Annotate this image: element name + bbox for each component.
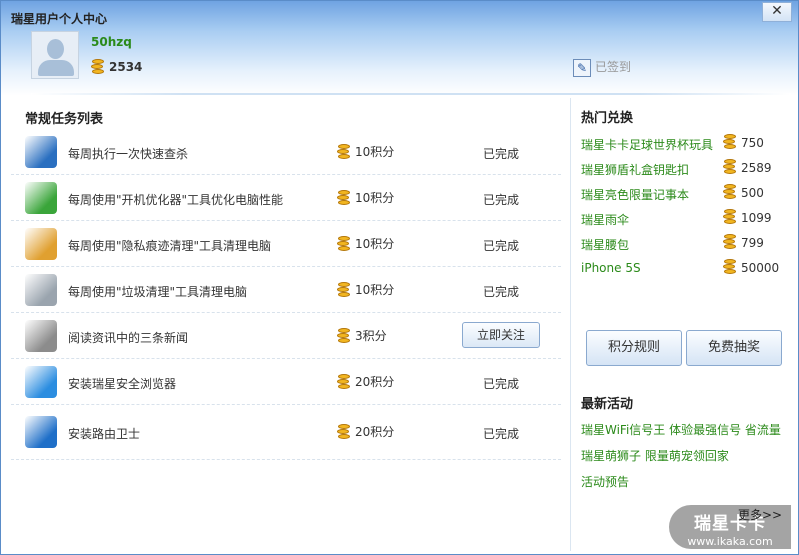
coin-icon <box>337 327 350 344</box>
task-name: 阅读资讯中的三条新闻 <box>68 331 189 345</box>
points-rules-button[interactable]: 积分规则 <box>586 330 682 366</box>
task-points: 10积分 <box>331 143 394 160</box>
activity-link[interactable]: 瑞星WiFi信号王 体验最强信号 省流量 <box>581 421 781 447</box>
coin-icon <box>91 59 104 75</box>
avatar[interactable] <box>31 31 79 79</box>
tasks-title: 常规任务列表 <box>25 112 104 127</box>
coin-icon <box>337 189 350 206</box>
close-button[interactable]: ✕ <box>762 2 792 22</box>
task-list: 每周执行一次快速查杀 10积分 已完成 每周使用"开机优化器"工具优化电脑性能 1… <box>11 129 561 460</box>
exchange-item-points: 1099 <box>741 211 772 225</box>
exchange-list: 瑞星卡卡足球世界杯玩具 750 瑞星狮盾礼盒钥匙扣 2589 瑞星亮色限量记事本 500 瑞… <box>581 134 791 284</box>
activity-link[interactable]: 瑞星萌狮子 限量萌宠领回家 <box>581 447 781 473</box>
task-points: 10积分 <box>331 189 394 206</box>
activities-list: 瑞星WiFi信号王 体验最强信号 省流量 瑞星萌狮子 限量萌宠领回家 活动预告 <box>581 421 781 499</box>
exchange-item-name[interactable]: 瑞星腰包 <box>581 236 629 253</box>
more-link[interactable]: 更多>> <box>738 506 782 523</box>
exchange-item-name[interactable]: iPhone 5S <box>581 261 641 275</box>
exchange-item[interactable]: 瑞星亮色限量记事本 500 <box>581 184 791 209</box>
task-icon <box>25 182 57 214</box>
task-points: 10积分 <box>331 281 394 298</box>
coin-icon <box>723 209 736 225</box>
window-title: 瑞星用户个人中心 <box>11 12 108 26</box>
exchange-item[interactable]: iPhone 5S 50000 <box>581 259 791 284</box>
task-name: 安装瑞星安全浏览器 <box>68 377 177 391</box>
coin-icon <box>723 159 736 175</box>
task-icon <box>25 416 57 448</box>
coin-icon <box>337 423 350 440</box>
activities-title: 最新活动 <box>581 397 634 412</box>
task-points: 20积分 <box>331 423 394 440</box>
task-icon <box>25 228 57 260</box>
task-status: 已完成 <box>483 377 520 391</box>
exchange-item[interactable]: 瑞星卡卡足球世界杯玩具 750 <box>581 134 791 159</box>
task-status: 已完成 <box>483 427 520 441</box>
panel-divider <box>570 98 571 551</box>
task-name: 安装路由卫士 <box>68 427 141 441</box>
user-points: 2534 <box>91 59 142 75</box>
task-row: 每周执行一次快速查杀 10积分 已完成 <box>11 129 561 175</box>
task-row: 安装路由卫士 20积分 已完成 <box>11 405 561 460</box>
free-lottery-button[interactable]: 免费抽奖 <box>686 330 782 366</box>
task-icon <box>25 136 57 168</box>
exchange-title: 热门兑换 <box>581 111 634 126</box>
task-icon <box>25 366 57 398</box>
username: 50hzq <box>91 35 132 49</box>
exchange-item[interactable]: 瑞星狮盾礼盒钥匙扣 2589 <box>581 159 791 184</box>
pen-icon: ✎ <box>573 58 591 77</box>
coin-icon <box>723 259 736 275</box>
task-row: 每周使用"隐私痕迹清理"工具清理电脑 10积分 已完成 <box>11 221 561 267</box>
task-row: 阅读资讯中的三条新闻 3积分 立即关注 <box>11 313 561 359</box>
task-status: 已完成 <box>483 193 520 207</box>
task-row: 每周使用"开机优化器"工具优化电脑性能 10积分 已完成 <box>11 175 561 221</box>
exchange-item-points: 2589 <box>741 161 772 175</box>
exchange-item-name[interactable]: 瑞星亮色限量记事本 <box>581 186 689 203</box>
task-row: 每周使用"垃圾清理"工具清理电脑 10积分 已完成 <box>11 267 561 313</box>
exchange-item-name[interactable]: 瑞星卡卡足球世界杯玩具 <box>581 136 713 153</box>
task-points: 20积分 <box>331 373 394 390</box>
exchange-item-name[interactable]: 瑞星狮盾礼盒钥匙扣 <box>581 161 689 178</box>
task-name: 每周使用"垃圾清理"工具清理电脑 <box>68 285 248 299</box>
task-status: 已完成 <box>483 147 520 161</box>
coin-icon <box>337 143 350 160</box>
sign-in-status[interactable]: ✎ 已签到 <box>573 58 631 77</box>
coin-icon <box>723 234 736 250</box>
task-points: 3积分 <box>331 327 387 344</box>
header-divider <box>31 93 791 95</box>
exchange-item-points: 799 <box>741 236 764 250</box>
coin-icon <box>337 373 350 390</box>
task-row: 安装瑞星安全浏览器 20积分 已完成 <box>11 359 561 405</box>
task-name: 每周使用"隐私痕迹清理"工具清理电脑 <box>68 239 272 253</box>
task-name: 每周执行一次快速查杀 <box>68 147 189 161</box>
follow-now-button[interactable]: 立即关注 <box>462 322 540 348</box>
exchange-item[interactable]: 瑞星雨伞 1099 <box>581 209 791 234</box>
coin-icon <box>723 184 736 200</box>
exchange-item-points: 750 <box>741 136 764 150</box>
exchange-item-name[interactable]: 瑞星雨伞 <box>581 211 629 228</box>
task-status: 已完成 <box>483 285 520 299</box>
task-status: 已完成 <box>483 239 520 253</box>
activity-link[interactable]: 活动预告 <box>581 473 781 499</box>
coin-icon <box>337 281 350 298</box>
task-name: 每周使用"开机优化器"工具优化电脑性能 <box>68 193 284 207</box>
task-points: 10积分 <box>331 235 394 252</box>
exchange-item-points: 500 <box>741 186 764 200</box>
coin-icon <box>723 134 736 150</box>
exchange-item[interactable]: 瑞星腰包 799 <box>581 234 791 259</box>
coin-icon <box>337 235 350 252</box>
task-icon <box>25 320 57 352</box>
exchange-item-points: 50000 <box>741 261 780 275</box>
task-icon <box>25 274 57 306</box>
user-center-window: 瑞星用户个人中心 ✕ 50hzq 2534 ✎ 已签到 常规任务列表 每周执行一次… <box>0 0 799 555</box>
